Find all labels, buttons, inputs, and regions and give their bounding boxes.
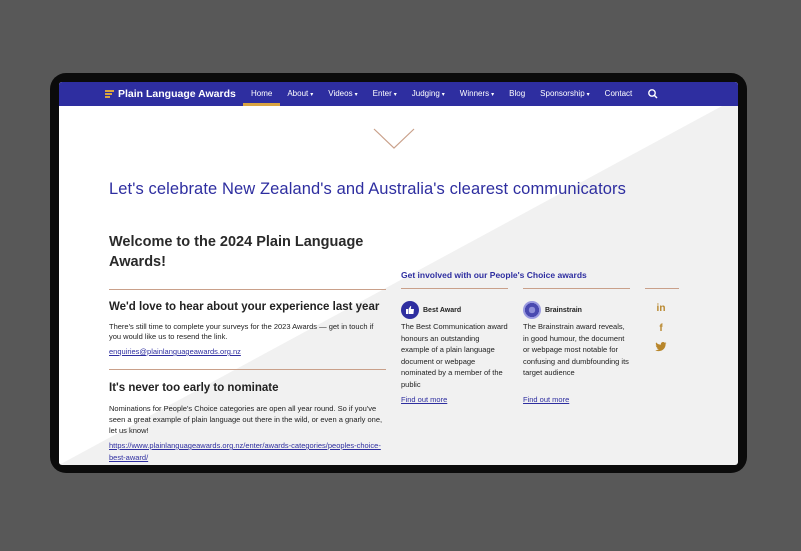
nav-item-blog[interactable]: Blog xyxy=(509,82,525,106)
peoples-choice-heading: Get involved with our People's Choice aw… xyxy=(401,270,587,280)
welcome-heading: Welcome to the 2024 Plain Language Award… xyxy=(109,234,364,270)
facebook-icon[interactable]: f xyxy=(655,322,667,334)
nominate-heading: It's never too early to nominate xyxy=(109,382,279,394)
linkedin-icon[interactable]: in xyxy=(655,302,667,314)
enquiries-email-link[interactable]: enquiries@plainlanguageawards.org.nz xyxy=(109,346,241,357)
tablet-frame: Plain Language Awards Home About ▾ Videos… xyxy=(50,73,747,473)
nav-item-winners[interactable]: Winners ▾ xyxy=(460,82,494,106)
nominate-text: Nominations for People's Choice categori… xyxy=(109,404,383,435)
brainstrain-icon xyxy=(523,301,541,319)
chevron-down-icon[interactable] xyxy=(373,128,415,155)
twitter-icon[interactable] xyxy=(655,341,667,353)
nav-item-judging[interactable]: Judging ▾ xyxy=(412,82,445,106)
caret-down-icon: ▾ xyxy=(441,92,445,98)
divider xyxy=(645,288,679,289)
best-award-nomination-link[interactable]: https://www.plainlanguageawards.org.nz/e… xyxy=(109,440,389,463)
caret-down-icon: ▾ xyxy=(491,92,495,98)
survey-text: There's still time to complete your surv… xyxy=(109,322,374,341)
site-logo[interactable]: Plain Language Awards xyxy=(105,82,236,106)
brainstrain-find-out-more-link[interactable]: Find out more xyxy=(523,395,569,404)
best-award-description: The Best Communication award honours an … xyxy=(401,322,508,389)
thumbs-up-icon xyxy=(401,301,419,319)
nav-item-home[interactable]: Home xyxy=(242,82,281,106)
survey-heading: We'd love to hear about your experience … xyxy=(109,301,380,313)
caret-down-icon: ▾ xyxy=(586,92,590,98)
brainstrain-description: The Brainstrain award reveals, in good h… xyxy=(523,322,629,377)
best-award-card-title[interactable]: Best Award xyxy=(401,301,461,319)
logo-text: Plain Language Awards xyxy=(118,88,236,100)
hero-headline: Let's celebrate New Zealand's and Austra… xyxy=(109,180,626,198)
logo-lines-icon xyxy=(105,90,114,98)
caret-down-icon: ▾ xyxy=(393,92,397,98)
nav-item-videos[interactable]: Videos ▾ xyxy=(328,82,357,106)
nav-item-enter[interactable]: Enter ▾ xyxy=(373,82,397,106)
divider xyxy=(401,288,508,289)
search-icon[interactable] xyxy=(647,88,659,100)
nav-item-about[interactable]: About ▾ xyxy=(287,82,313,106)
caret-down-icon: ▾ xyxy=(354,92,358,98)
caret-down-icon: ▾ xyxy=(310,92,314,98)
divider xyxy=(523,288,630,289)
top-navigation: Plain Language Awards Home About ▾ Videos… xyxy=(59,82,738,106)
brainstrain-card-title[interactable]: Brainstrain xyxy=(523,301,582,319)
divider xyxy=(109,369,386,370)
browser-viewport: Plain Language Awards Home About ▾ Videos… xyxy=(59,82,738,465)
divider xyxy=(109,289,386,290)
nav-item-contact[interactable]: Contact xyxy=(605,82,633,106)
main-menu: Home About ▾ Videos ▾ Enter ▾ Judging ▾ Winn… xyxy=(242,82,659,106)
best-award-find-out-more-link[interactable]: Find out more xyxy=(401,395,447,404)
nav-item-sponsorship[interactable]: Sponsorship ▾ xyxy=(540,82,590,106)
